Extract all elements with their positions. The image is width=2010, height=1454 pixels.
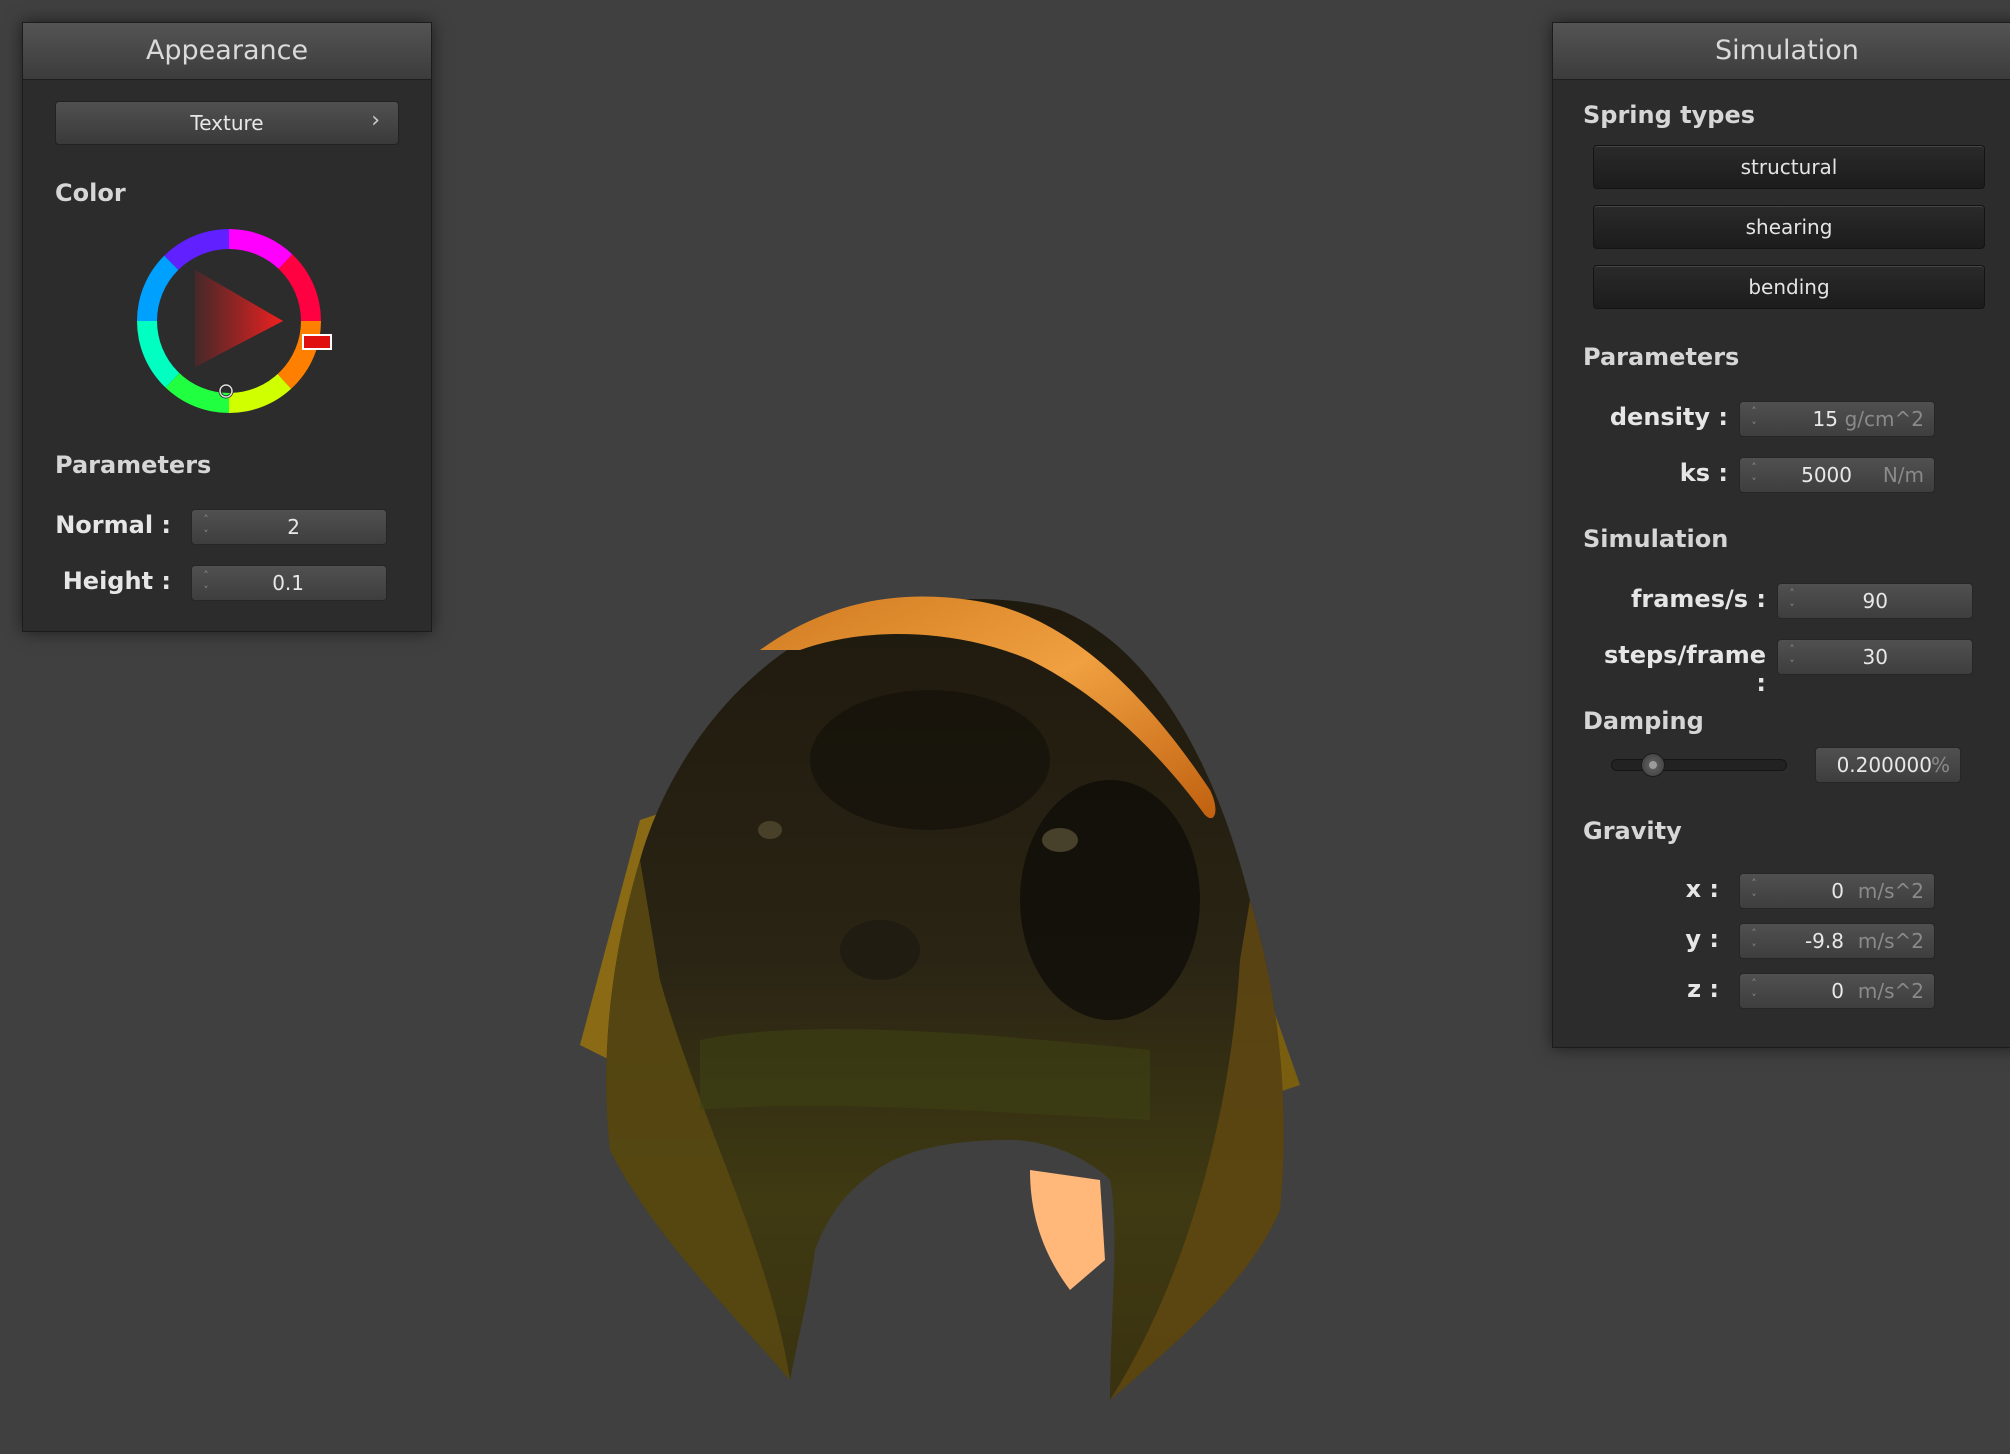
fps-value: 90	[1862, 589, 1888, 613]
spin-down-icon[interactable]: ˅	[1746, 991, 1762, 1006]
density-unit: g/cm^2	[1844, 407, 1924, 431]
normal-label: Normal :	[55, 511, 171, 539]
gravity-x-label: x :	[1685, 875, 1719, 903]
damping-slider-track	[1611, 759, 1787, 771]
gravity-z-value: 0	[1831, 979, 1844, 1003]
gravity-label: Gravity	[1583, 817, 1682, 845]
spin-up-icon[interactable]: ˄	[1746, 876, 1762, 891]
spin-down-icon[interactable]: ˅	[1784, 601, 1800, 616]
appearance-panel: Appearance Texture › Color Parameters No…	[22, 22, 432, 632]
cloth-mesh	[580, 596, 1300, 1400]
steps-value: 30	[1862, 645, 1888, 669]
density-value: 15	[1812, 407, 1838, 431]
structural-button[interactable]: structural	[1593, 145, 1985, 189]
spin-down-icon[interactable]: ˅	[198, 527, 214, 542]
steps-spinbox[interactable]: ˄ ˅ 30	[1777, 639, 1973, 675]
damping-label: Damping	[1583, 707, 1704, 735]
ks-unit: N/m	[1882, 463, 1924, 487]
spin-up-icon[interactable]: ˄	[1746, 460, 1762, 475]
sim-section-label: Simulation	[1583, 525, 1729, 553]
texture-button[interactable]: Texture ›	[55, 101, 399, 145]
gravity-y-label: y :	[1685, 925, 1719, 953]
color-wheel[interactable]	[137, 228, 353, 428]
gravity-x-spinbox[interactable]: ˄ ˅ 0 m/s^2	[1739, 873, 1935, 909]
height-value: 0.1	[272, 571, 304, 595]
hue-handle	[302, 334, 332, 350]
density-label: density :	[1609, 403, 1728, 431]
spin-down-icon[interactable]: ˅	[1746, 475, 1762, 490]
gravity-z-label: z :	[1687, 975, 1719, 1003]
gravity-y-unit: m/s^2	[1857, 929, 1924, 953]
simulation-panel: Simulation Spring types structural shear…	[1552, 22, 2010, 1048]
spin-up-icon[interactable]: ˄	[1746, 404, 1762, 419]
spin-up-icon[interactable]: ˄	[1746, 926, 1762, 941]
height-label: Height :	[62, 567, 171, 595]
ks-value: 5000	[1801, 463, 1852, 487]
texture-button-label: Texture	[190, 111, 264, 135]
color-label: Color	[55, 179, 126, 207]
damping-unit: %	[1930, 753, 1950, 777]
density-spinbox[interactable]: ˄ ˅ 15 g/cm^2	[1739, 401, 1935, 437]
fps-label: frames/s :	[1630, 585, 1766, 613]
spin-up-icon[interactable]: ˄	[1746, 976, 1762, 991]
fps-spinbox[interactable]: ˄ ˅ 90	[1777, 583, 1973, 619]
spin-down-icon[interactable]: ˅	[1746, 891, 1762, 906]
gravity-z-unit: m/s^2	[1857, 979, 1924, 1003]
spin-down-icon[interactable]: ˅	[1746, 941, 1762, 956]
normal-value: 2	[287, 515, 300, 539]
spin-down-icon[interactable]: ˅	[1746, 419, 1762, 434]
spin-up-icon[interactable]: ˄	[198, 512, 214, 527]
appearance-params-label: Parameters	[55, 451, 212, 479]
gravity-z-spinbox[interactable]: ˄ ˅ 0 m/s^2	[1739, 973, 1935, 1009]
gravity-x-unit: m/s^2	[1857, 879, 1924, 903]
damping-slider[interactable]	[1611, 753, 1787, 777]
damping-value-box[interactable]: 0.200000 %	[1815, 747, 1961, 783]
ks-spinbox[interactable]: ˄ ˅ 5000 N/m	[1739, 457, 1935, 493]
chevron-right-icon: ›	[371, 108, 380, 133]
ks-label: ks :	[1679, 459, 1728, 487]
spin-down-icon[interactable]: ˅	[1784, 657, 1800, 672]
sim-params-label: Parameters	[1583, 343, 1740, 371]
spin-up-icon[interactable]: ˄	[198, 568, 214, 583]
steps-label: steps/frame :	[1603, 641, 1766, 697]
simulation-title: Simulation	[1553, 23, 2010, 80]
spin-up-icon[interactable]: ˄	[1784, 642, 1800, 657]
shearing-button[interactable]: shearing	[1593, 205, 1985, 249]
appearance-title: Appearance	[23, 23, 431, 80]
spin-down-icon[interactable]: ˅	[198, 583, 214, 598]
gravity-y-value: -9.8	[1804, 929, 1844, 953]
bending-button[interactable]: bending	[1593, 265, 1985, 309]
damping-value: 0.200000	[1836, 753, 1932, 777]
gravity-y-spinbox[interactable]: ˄ ˅ -9.8 m/s^2	[1739, 923, 1935, 959]
height-spinbox[interactable]: ˄ ˅ 0.1	[191, 565, 387, 601]
spin-up-icon[interactable]: ˄	[1784, 586, 1800, 601]
normal-spinbox[interactable]: ˄ ˅ 2	[191, 509, 387, 545]
spring-types-label: Spring types	[1583, 101, 1756, 129]
gravity-x-value: 0	[1831, 879, 1844, 903]
damping-slider-handle[interactable]	[1641, 753, 1666, 777]
